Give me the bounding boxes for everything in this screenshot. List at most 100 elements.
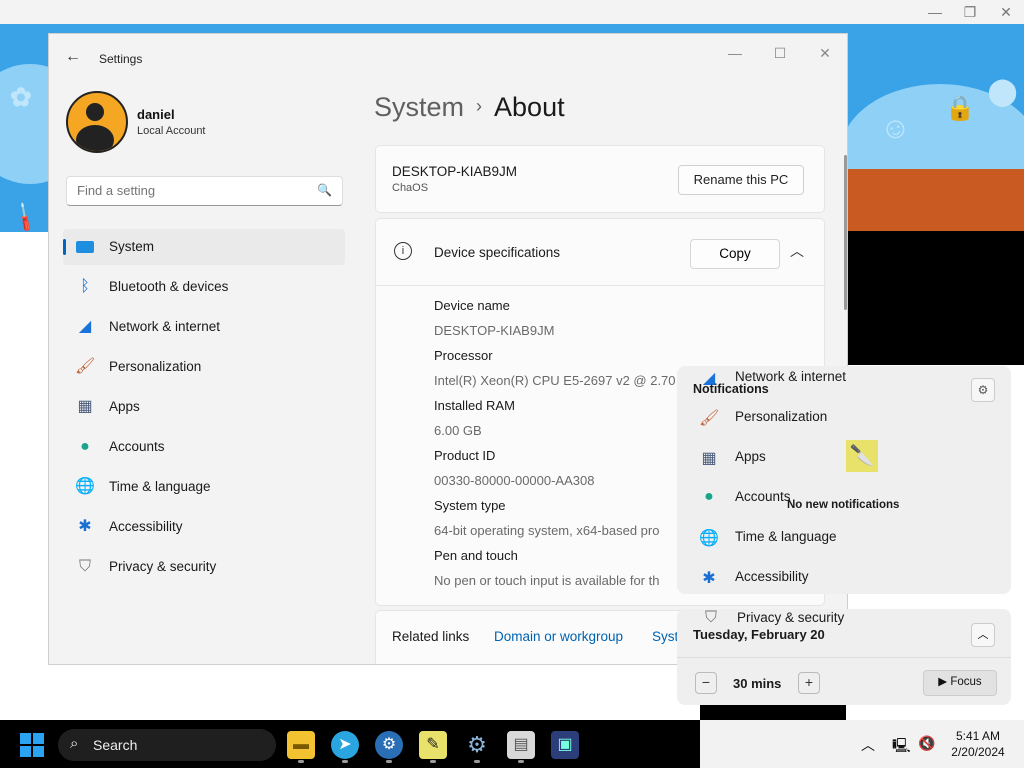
windows-logo-tile [20, 746, 31, 757]
shield-icon: ⛉ [78, 558, 91, 575]
windows-logo-tile [33, 746, 44, 757]
settings-gear-icon[interactable]: ⚙ [463, 731, 491, 759]
sidebar-item-label: Personalization [109, 359, 202, 374]
sidebar-item-network[interactable]: ◢ Network & internet [63, 309, 345, 345]
chevron-up-icon[interactable]: ︿ [971, 623, 995, 647]
running-indicator [474, 760, 480, 763]
globe-clock-icon: 🌐 [75, 478, 95, 495]
globe-clock-icon: 🌐 [699, 530, 719, 547]
host-close-icon[interactable]: ✕ [991, 4, 1021, 22]
pc-name: DESKTOP-KIAB9JM [392, 164, 518, 179]
increase-focus-button[interactable]: + [798, 672, 820, 694]
wallpaper-pin-icon: ⬤ [988, 76, 1018, 106]
active-indicator [63, 239, 66, 255]
sidebar-item-label: Bluetooth & devices [109, 279, 229, 294]
brush-icon: 🖌 [75, 358, 96, 375]
network-status-icon[interactable]: 🖳 [892, 735, 911, 759]
sidebar-item-apps[interactable]: ▦ Apps [63, 389, 345, 425]
ghost-item-privacy: ⛉ Privacy & security [701, 609, 941, 629]
user-name: daniel [137, 107, 175, 122]
sidebar-item-accessibility[interactable]: ✱ Accessibility [63, 509, 345, 545]
background-black-area [846, 231, 1024, 365]
avatar-head [86, 103, 104, 121]
domain-workgroup-link[interactable]: Domain or workgroup [494, 629, 623, 644]
chrome-settings-icon[interactable]: ⚙ [375, 731, 403, 759]
focus-button[interactable]: ▶ Focus [923, 670, 997, 696]
divider [677, 657, 1011, 658]
taskbar-search[interactable]: ⌕ Search [58, 729, 276, 761]
spec-value: 6.00 GB [434, 423, 482, 438]
sidebar-item-personalization[interactable]: 🖌 Personalization [63, 349, 345, 385]
volume-muted-icon[interactable]: 🔇 [918, 735, 935, 752]
accounts-icon: ● [704, 488, 714, 505]
divider [376, 285, 826, 286]
ghost-item-label: Privacy & security [737, 610, 845, 625]
avatar[interactable] [66, 91, 128, 153]
background-window-strip [846, 169, 1024, 231]
running-indicator [298, 760, 304, 763]
sidebar-item-label: Network & internet [109, 319, 221, 334]
chevron-up-icon[interactable]: ︿ [790, 241, 804, 261]
paint-tool-icon[interactable]: ✎ [419, 731, 447, 759]
sidebar-item-time-language[interactable]: 🌐 Time & language [63, 469, 345, 505]
maximize-icon[interactable]: ☐ [760, 40, 800, 66]
spec-value: No pen or touch input is available for t… [434, 573, 660, 588]
back-arrow-icon[interactable]: ← [65, 48, 81, 66]
monitor-icon[interactable]: ▣ [551, 731, 579, 759]
spec-system-type: System type 64-bit operating system, x64… [434, 497, 659, 547]
search-icon: ⌕ [70, 735, 79, 752]
apps-icon: ▦ [77, 398, 93, 415]
start-button[interactable] [20, 733, 44, 757]
accounts-icon: ● [80, 438, 90, 455]
spec-key: Processor [434, 348, 493, 363]
host-restore-icon[interactable]: ❐ [955, 4, 985, 22]
search-input[interactable] [75, 182, 309, 199]
sidebar-item-label: Accounts [109, 439, 165, 454]
host-title-bar: — ❐ ✕ [0, 0, 1024, 24]
document-icon[interactable]: ▤ [507, 731, 535, 759]
apps-icon: ▦ [701, 450, 717, 467]
focus-duration: 30 mins [733, 676, 782, 691]
spec-product-id: Product ID 00330-80000-00000-AA308 [434, 447, 594, 497]
minimize-icon[interactable]: — [715, 40, 755, 66]
rename-pc-button[interactable]: Rename this PC [678, 165, 804, 195]
sidebar-item-accounts[interactable]: ● Accounts [63, 429, 345, 465]
no-notifications-text: No new notifications [787, 499, 900, 511]
running-indicator [342, 760, 348, 763]
decrease-focus-button[interactable]: − [695, 672, 717, 694]
ghost-item-accessibility: ✱ Accessibility [699, 568, 939, 588]
host-minimize-icon[interactable]: — [920, 4, 950, 22]
knife-cursor-icon: 🔪 [846, 440, 878, 472]
notification-settings-icon[interactable]: ⚙ [971, 378, 995, 402]
taskbar-clock[interactable]: 5:41 AM 2/20/2024 [938, 728, 1018, 760]
chevron-up-icon[interactable]: ︿ [861, 735, 875, 755]
breadcrumb-parent[interactable]: System [374, 92, 464, 122]
accessibility-icon: ✱ [702, 570, 716, 587]
windows-logo-tile [33, 733, 44, 744]
system-protection-link[interactable]: Syst [652, 629, 678, 644]
copy-specs-button[interactable]: Copy [690, 239, 780, 269]
file-explorer-icon[interactable]: ▬ [287, 731, 315, 759]
spec-key: Pen and touch [434, 548, 518, 563]
sidebar-item-bluetooth[interactable]: ᛒ Bluetooth & devices [63, 269, 345, 305]
avatar-body [76, 125, 114, 151]
ghost-item-apps: ▦ Apps [699, 448, 939, 468]
sidebar-item-label: Privacy & security [109, 559, 217, 574]
scrollbar[interactable] [844, 155, 847, 310]
specs-title: Device specifications [434, 245, 561, 260]
close-icon[interactable]: ✕ [805, 40, 845, 66]
sidebar-item-system[interactable]: System [63, 229, 345, 265]
bluetooth-icon: ᛒ [80, 278, 90, 295]
telegram-icon[interactable]: ➤ [331, 731, 359, 759]
shield-icon: ⛉ [704, 609, 717, 626]
spec-key: Device name [434, 298, 510, 313]
spec-installed-ram: Installed RAM 6.00 GB [434, 397, 515, 447]
wallpaper-lock-icon: 🔒 [945, 95, 975, 122]
find-setting-search[interactable]: 🔍 [66, 176, 343, 206]
sidebar-item-privacy[interactable]: ⛉ Privacy & security [63, 549, 345, 585]
ghost-item-label: Accessibility [735, 569, 809, 584]
running-indicator [386, 760, 392, 763]
ghost-item-label: Accounts [735, 489, 791, 504]
running-indicator [430, 760, 436, 763]
ghost-item-time-language: 🌐 Time & language [699, 528, 939, 548]
